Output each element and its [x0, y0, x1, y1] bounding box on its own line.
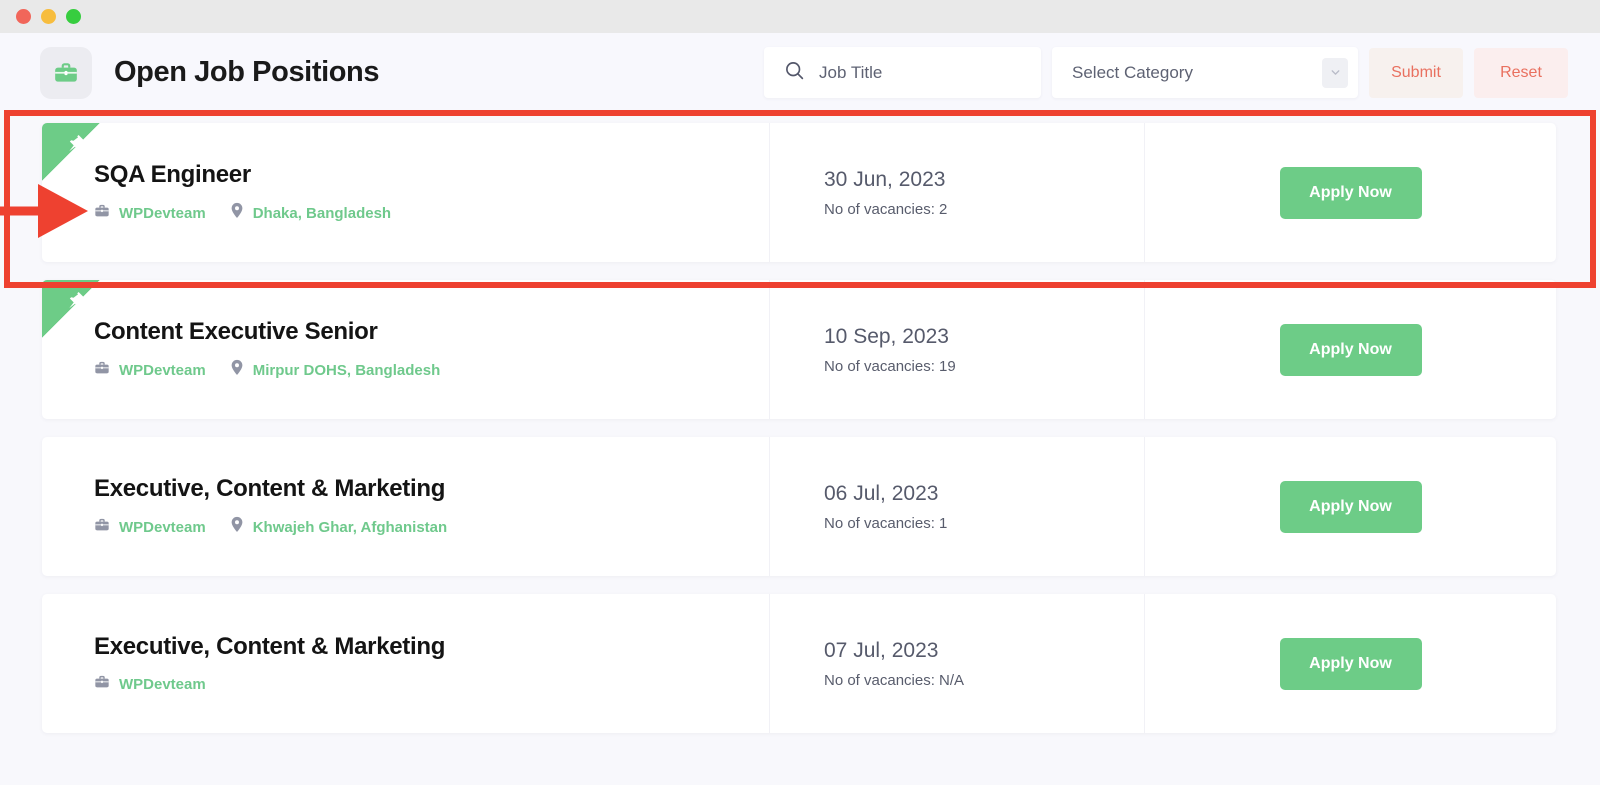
search-input-placeholder: Job Title	[819, 63, 882, 83]
job-action-column: Apply Now	[1145, 280, 1556, 419]
page-title: Open Job Positions	[114, 56, 379, 89]
job-location: Dhaka, Bangladesh	[230, 202, 391, 224]
briefcase-icon	[94, 203, 110, 224]
job-vacancies: No of vacancies: 1	[824, 515, 1144, 532]
window-maximize-button[interactable]	[66, 9, 81, 24]
search-icon	[784, 60, 805, 86]
page-header: Open Job Positions Job Title Select Cate…	[0, 33, 1600, 112]
job-company-label: WPDevteam	[119, 519, 206, 536]
job-meta-row: WPDevteam Khwajeh Ghar, Afghanistan	[94, 516, 769, 538]
featured-corner-flag	[42, 280, 100, 338]
apply-now-button[interactable]: Apply Now	[1280, 167, 1422, 219]
briefcase-icon	[94, 360, 110, 381]
job-company-label: WPDevteam	[119, 362, 206, 379]
chevron-down-icon[interactable]	[1322, 58, 1348, 88]
job-date-column: 07 Jul, 2023 No of vacancies: N/A	[770, 594, 1145, 733]
search-input[interactable]: Job Title	[764, 47, 1041, 98]
job-deadline-date: 30 Jun, 2023	[824, 168, 1144, 192]
category-select[interactable]: Select Category	[1052, 47, 1358, 98]
header-controls: Job Title Select Category Submit Reset	[764, 47, 1600, 98]
job-list: SQA Engineer WPDevteam Dhaka, Bangladesh…	[42, 123, 1556, 751]
job-title: Executive, Content & Marketing	[94, 633, 769, 661]
job-card[interactable]: Executive, Content & Marketing WPDevteam…	[42, 437, 1556, 576]
job-deadline-date: 06 Jul, 2023	[824, 482, 1144, 506]
job-date-column: 06 Jul, 2023 No of vacancies: 1	[770, 437, 1145, 576]
featured-corner-flag	[42, 123, 100, 181]
job-company: WPDevteam	[94, 203, 206, 224]
job-action-column: Apply Now	[1145, 594, 1556, 733]
job-info-column: SQA Engineer WPDevteam Dhaka, Bangladesh	[42, 123, 770, 262]
map-pin-icon	[230, 359, 244, 381]
job-location-label: Mirpur DOHS, Bangladesh	[253, 362, 441, 379]
job-location: Mirpur DOHS, Bangladesh	[230, 359, 441, 381]
window-title-bar	[0, 0, 1600, 33]
job-meta-row: WPDevteam Dhaka, Bangladesh	[94, 202, 769, 224]
window-close-button[interactable]	[16, 9, 31, 24]
briefcase-icon	[94, 517, 110, 538]
job-card[interactable]: Executive, Content & Marketing WPDevteam…	[42, 594, 1556, 733]
job-location-label: Khwajeh Ghar, Afghanistan	[253, 519, 447, 536]
job-vacancies: No of vacancies: 19	[824, 358, 1144, 375]
job-deadline-date: 07 Jul, 2023	[824, 639, 1144, 663]
job-vacancies: No of vacancies: N/A	[824, 672, 1144, 689]
job-company: WPDevteam	[94, 360, 206, 381]
job-location: Khwajeh Ghar, Afghanistan	[230, 516, 447, 538]
job-location-label: Dhaka, Bangladesh	[253, 205, 391, 222]
briefcase-icon	[94, 674, 110, 695]
job-title: Content Executive Senior	[94, 318, 769, 346]
job-date-column: 30 Jun, 2023 No of vacancies: 2	[770, 123, 1145, 262]
job-card[interactable]: SQA Engineer WPDevteam Dhaka, Bangladesh…	[42, 123, 1556, 262]
submit-button[interactable]: Submit	[1369, 48, 1463, 98]
map-pin-icon	[230, 516, 244, 538]
page-canvas: Open Job Positions Job Title Select Cate…	[0, 33, 1600, 785]
job-info-column: Content Executive Senior WPDevteam Mirpu…	[42, 280, 770, 419]
window-minimize-button[interactable]	[41, 9, 56, 24]
job-card[interactable]: Content Executive Senior WPDevteam Mirpu…	[42, 280, 1556, 419]
job-action-column: Apply Now	[1145, 437, 1556, 576]
job-company: WPDevteam	[94, 674, 206, 695]
job-action-column: Apply Now	[1145, 123, 1556, 262]
job-meta-row: WPDevteam Mirpur DOHS, Bangladesh	[94, 359, 769, 381]
job-title: Executive, Content & Marketing	[94, 475, 769, 503]
job-title: SQA Engineer	[94, 161, 769, 189]
job-company-label: WPDevteam	[119, 676, 206, 693]
job-company: WPDevteam	[94, 517, 206, 538]
apply-now-button[interactable]: Apply Now	[1280, 324, 1422, 376]
map-pin-icon	[230, 202, 244, 224]
job-date-column: 10 Sep, 2023 No of vacancies: 19	[770, 280, 1145, 419]
apply-now-button[interactable]: Apply Now	[1280, 638, 1422, 690]
job-deadline-date: 10 Sep, 2023	[824, 325, 1144, 349]
reset-button[interactable]: Reset	[1474, 48, 1568, 98]
job-meta-row: WPDevteam	[94, 674, 769, 695]
apply-now-button[interactable]: Apply Now	[1280, 481, 1422, 533]
job-company-label: WPDevteam	[119, 205, 206, 222]
job-info-column: Executive, Content & Marketing WPDevteam	[42, 594, 770, 733]
briefcase-icon	[40, 47, 92, 99]
category-select-placeholder: Select Category	[1072, 63, 1193, 83]
job-vacancies: No of vacancies: 2	[824, 201, 1144, 218]
job-info-column: Executive, Content & Marketing WPDevteam…	[42, 437, 770, 576]
